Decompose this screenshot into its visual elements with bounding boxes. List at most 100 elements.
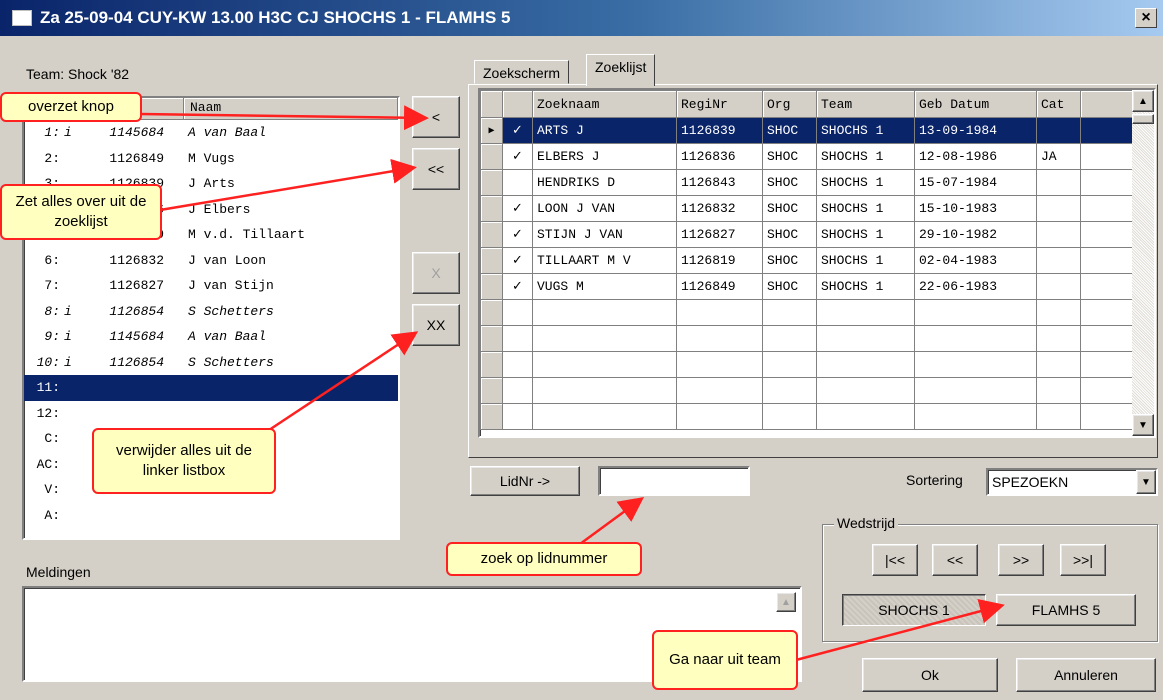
lidnr-button[interactable]: LidNr -> xyxy=(470,466,580,496)
list-item-reginr: 1126854 xyxy=(109,303,164,319)
cancel-button[interactable]: Annuleren xyxy=(1016,658,1156,692)
list-item-reginr: 1126854 xyxy=(109,354,164,370)
transfer-all-button[interactable]: << xyxy=(412,148,460,190)
grid-col-zoeknaam[interactable]: Zoeknaam xyxy=(532,90,677,118)
scroll-thumb[interactable] xyxy=(1132,114,1154,124)
row-indicator xyxy=(480,247,503,274)
table-cell xyxy=(532,377,677,404)
table-cell xyxy=(1036,247,1081,274)
table-row[interactable]: ✓ STIJN J VAN 1126827 SHOC SHOCHS 1 29-10-198… xyxy=(480,221,1135,248)
table-cell xyxy=(816,325,915,352)
next-match-button[interactable]: >> xyxy=(998,544,1044,576)
table-cell xyxy=(676,299,763,326)
ok-button[interactable]: Ok xyxy=(862,658,998,692)
list-item-reginr: 1126827 xyxy=(109,278,164,294)
table-cell-extra xyxy=(1080,117,1135,144)
tab-zoeklijst[interactable]: Zoeklijst xyxy=(586,54,656,86)
list-item-name: M Vugs xyxy=(188,150,235,166)
table-cell xyxy=(532,403,677,430)
row-indicator xyxy=(480,221,503,248)
list-item-reginr: 1126832 xyxy=(109,252,164,268)
sorting-select[interactable]: SPEZOEKN ▼ xyxy=(986,468,1158,496)
list-item-number: AC: xyxy=(36,456,60,472)
checkmark-icon: ✓ xyxy=(502,247,533,274)
grid-col-team[interactable]: Team xyxy=(816,90,915,118)
table-cell: SHOCHS 1 xyxy=(816,117,915,144)
table-row[interactable]: ▶ ✓ ARTS J 1126839 SHOC SHOCHS 1 13-09-1984 xyxy=(480,117,1135,144)
list-item-number: 11: xyxy=(36,380,60,396)
first-match-button[interactable]: |<< xyxy=(872,544,918,576)
remove-one-button[interactable]: X xyxy=(412,252,460,294)
transfer-one-button[interactable]: < xyxy=(412,96,460,138)
table-row[interactable]: ✓ ELBERS J 1126836 SHOC SHOCHS 1 12-08-1986 JA xyxy=(480,143,1135,170)
table-cell: 12-08-1986 xyxy=(914,143,1037,170)
close-button[interactable]: × xyxy=(1135,8,1157,28)
table-cell xyxy=(914,351,1037,378)
table-cell: SHOC xyxy=(762,169,817,196)
callout-overzet: overzet knop xyxy=(0,92,142,122)
table-cell: SHOCHS 1 xyxy=(816,169,915,196)
checkmark-icon xyxy=(502,299,533,326)
table-cell-extra xyxy=(1080,351,1135,378)
home-team-button[interactable]: SHOCHS 1 xyxy=(842,594,986,626)
table-cell: 1126819 xyxy=(676,247,763,274)
grid-col-org[interactable]: Org xyxy=(762,90,817,118)
table-row[interactable]: ✓ TILLAART M V 1126819 SHOC SHOCHS 1 02-04-19… xyxy=(480,247,1135,274)
table-cell xyxy=(1036,351,1081,378)
table-row[interactable]: ✓ LOON J VAN 1126832 SHOC SHOCHS 1 15-10-1983 xyxy=(480,195,1135,222)
list-item[interactable]: 11: xyxy=(24,375,398,401)
lidnr-input[interactable] xyxy=(598,466,750,496)
row-indicator xyxy=(480,195,503,222)
list-item[interactable]: 8: i 1126854 S Schetters xyxy=(24,299,398,325)
table-row[interactable]: ✓ VUGS M 1126849 SHOC SHOCHS 1 22-06-1983 xyxy=(480,273,1135,300)
away-team-button[interactable]: FLAMHS 5 xyxy=(996,594,1136,626)
last-match-button[interactable]: >>| xyxy=(1060,544,1106,576)
table-row[interactable] xyxy=(480,325,1135,352)
list-item[interactable]: 6: 1126832 J van Loon xyxy=(24,248,398,274)
table-row[interactable]: HENDRIKS D 1126843 SHOC SHOCHS 1 15-07-1984 xyxy=(480,169,1135,196)
table-cell: 15-10-1983 xyxy=(914,195,1037,222)
list-item[interactable]: 10: i 1126854 S Schetters xyxy=(24,350,398,376)
remove-all-button[interactable]: XX xyxy=(412,304,460,346)
scroll-up-icon[interactable]: ▲ xyxy=(776,592,796,612)
grid-scrollbar[interactable]: ▲ ▼ xyxy=(1132,90,1154,436)
row-indicator xyxy=(480,143,503,170)
list-item[interactable]: 1: i 1145684 A van Baal xyxy=(24,120,398,146)
scroll-down-icon[interactable]: ▼ xyxy=(1132,414,1154,436)
list-item-number: A: xyxy=(44,507,60,523)
table-cell xyxy=(532,299,677,326)
table-cell-extra xyxy=(1080,273,1135,300)
table-cell xyxy=(1036,169,1081,196)
grid-col-reginr[interactable]: RegiNr xyxy=(676,90,763,118)
table-row[interactable] xyxy=(480,377,1135,404)
list-item-reginr: 1145684 xyxy=(109,125,164,141)
table-cell: 02-04-1983 xyxy=(914,247,1037,274)
list-item[interactable]: 7: 1126827 J van Stijn xyxy=(24,273,398,299)
table-row[interactable] xyxy=(480,299,1135,326)
list-item[interactable]: 12: xyxy=(24,401,398,427)
list-item[interactable]: 9: i 1145684 A van Baal xyxy=(24,324,398,350)
checkmark-icon xyxy=(502,351,533,378)
tab-zoekscherm[interactable]: Zoekscherm xyxy=(474,60,570,84)
table-row[interactable] xyxy=(480,351,1135,378)
table-cell-extra xyxy=(1080,377,1135,404)
list-item-number: 10: xyxy=(36,354,60,370)
table-cell: JA xyxy=(1036,143,1081,170)
grid-col-cat[interactable]: Cat xyxy=(1036,90,1081,118)
chevron-down-icon[interactable]: ▼ xyxy=(1136,470,1156,494)
callout-zoek: zoek op lidnummer xyxy=(446,542,642,576)
list-item-number: 7: xyxy=(44,278,60,294)
checkmark-icon: ✓ xyxy=(502,143,533,170)
table-cell: STIJN J VAN xyxy=(532,221,677,248)
scroll-up-icon[interactable]: ▲ xyxy=(1132,90,1154,112)
list-item[interactable]: 2: 1126849 M Vugs xyxy=(24,146,398,172)
table-cell: ARTS J xyxy=(532,117,677,144)
list-item-reginr: 1145684 xyxy=(109,329,164,345)
grid-col-gebdatum[interactable]: Geb Datum xyxy=(914,90,1037,118)
prev-match-button[interactable]: << xyxy=(932,544,978,576)
table-row[interactable] xyxy=(480,403,1135,430)
search-grid[interactable]: Zoeknaam RegiNr Org Team Geb Datum Cat ▶… xyxy=(478,88,1156,438)
list-item[interactable]: A: xyxy=(24,503,398,529)
table-cell xyxy=(816,299,915,326)
table-cell: 13-09-1984 xyxy=(914,117,1037,144)
